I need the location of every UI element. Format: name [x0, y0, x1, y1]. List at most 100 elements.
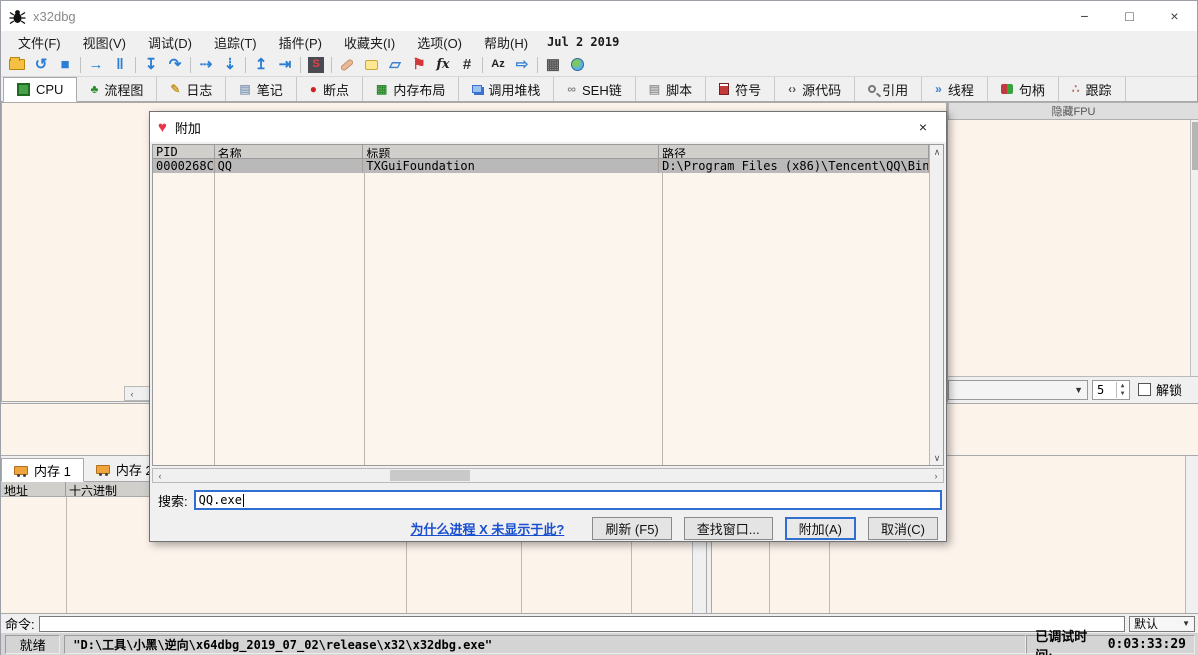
settings-icon[interactable]: S	[304, 54, 328, 76]
why-not-shown-link[interactable]: 为什么进程 X 未显示于此?	[410, 519, 564, 538]
toolbar-separator	[537, 57, 538, 73]
registers-controls: ▼ 5 ▲▼ 解锁	[948, 376, 1198, 402]
comment-icon[interactable]	[359, 54, 383, 76]
tab-references[interactable]: 引用	[855, 77, 922, 101]
maximize-button[interactable]: □	[1107, 1, 1152, 31]
unlock-checkbox[interactable]	[1138, 383, 1151, 396]
patch-icon[interactable]	[335, 54, 359, 76]
tab-label: 断点	[323, 80, 349, 99]
globe-icon[interactable]	[565, 54, 589, 76]
menu-item-4[interactable]: 插件(P)	[268, 31, 333, 54]
tab-seh-chain[interactable]: ∞SEH链	[554, 77, 635, 101]
tab-script[interactable]: ▤脚本	[636, 77, 706, 101]
intermodular-calls-icon[interactable]: ⇨	[510, 54, 534, 76]
refresh-button[interactable]: 刷新 (F5)	[592, 517, 671, 540]
function-icon[interactable]: fx	[431, 54, 455, 76]
strings-icon[interactable]: Az	[486, 54, 510, 76]
column-header-3[interactable]: 路径	[659, 145, 929, 158]
step-over-icon[interactable]: ↷	[163, 54, 187, 76]
process-table-vscrollbar[interactable]: ∧ ∨	[929, 145, 943, 465]
process-table[interactable]: PID名称标题路径 0000268CQQTXGuiFoundationD:\Pr…	[152, 144, 944, 466]
restart-icon[interactable]: ↺	[29, 54, 53, 76]
tab-memory-dump-1[interactable]: 内存 1	[1, 458, 84, 482]
tab-log[interactable]: ✎日志	[157, 77, 226, 101]
stop-icon[interactable]: ■	[53, 54, 77, 76]
animate-into-icon[interactable]: ⇢	[194, 54, 218, 76]
hash-icon[interactable]: #	[455, 54, 479, 76]
cpu-icon	[17, 83, 30, 96]
menu-item-2[interactable]: 调试(D)	[137, 31, 203, 54]
menu-item-6[interactable]: 选项(O)	[406, 31, 473, 54]
spinner-arrows[interactable]: ▲▼	[1116, 382, 1128, 398]
run-to-user-code-icon: ⇥	[279, 57, 292, 72]
attach-button[interactable]: 附加(A)	[785, 517, 856, 540]
pause-icon[interactable]: ‖	[108, 54, 132, 76]
scroll-left-icon[interactable]: ‹	[125, 387, 139, 401]
run-icon[interactable]: →	[84, 54, 108, 76]
tab-cpu[interactable]: CPU	[3, 77, 77, 102]
find-window-button[interactable]: 查找窗口...	[684, 517, 773, 540]
toolbar-separator	[245, 57, 246, 73]
heart-icon: ♥	[158, 119, 167, 136]
step-into-icon[interactable]: ↧	[139, 54, 163, 76]
run-icon: →	[89, 57, 104, 72]
process-row-selected[interactable]: 0000268CQQTXGuiFoundationD:\Program File…	[153, 159, 929, 173]
menu-item-1[interactable]: 视图(V)	[72, 31, 137, 54]
column-header-2[interactable]: 标题	[363, 145, 659, 158]
process-table-hscrollbar[interactable]: ‹ ›	[152, 468, 944, 483]
search-input[interactable]: QQ.exe	[194, 490, 942, 510]
attach-dialog: ♥ 附加 × PID名称标题路径 0000268CQQTXGuiFoundati…	[149, 111, 947, 542]
tab-breakpoints[interactable]: ●断点	[297, 77, 363, 101]
scroll-right-icon[interactable]: ›	[929, 469, 943, 483]
column-header-0[interactable]: PID	[153, 145, 215, 158]
menu-item-5[interactable]: 收藏夹(I)	[333, 31, 406, 54]
chevron-down-icon: ▼	[1182, 619, 1190, 628]
tab-label: CPU	[36, 82, 63, 97]
open-file-icon[interactable]	[5, 54, 29, 76]
strings-icon: Az	[491, 59, 504, 70]
tab-source[interactable]: ‹›源代码	[775, 77, 855, 101]
menu-item-7[interactable]: 帮助(H)	[473, 31, 539, 54]
precision-spinner[interactable]: 5 ▲▼	[1092, 380, 1130, 400]
scroll-up-icon[interactable]: ∧	[930, 145, 944, 159]
bookmark-icon[interactable]: ⚑	[407, 54, 431, 76]
command-profile-dropdown[interactable]: 默认 ▼	[1129, 616, 1195, 632]
dump-col-address[interactable]: 地址	[1, 482, 66, 496]
dialog-close-button[interactable]: ×	[908, 119, 938, 135]
tab-graph[interactable]: ♣流程图	[77, 77, 157, 101]
bookmark-icon: ⚑	[412, 57, 425, 72]
registers-vscrollbar[interactable]	[1190, 120, 1198, 376]
command-label: 命令:	[5, 614, 35, 633]
run-to-user-code-icon[interactable]: ⇥	[273, 54, 297, 76]
execute-till-return-icon[interactable]: ↥	[249, 54, 273, 76]
open-file-icon	[9, 59, 25, 70]
animate-over-icon[interactable]: ⇣	[218, 54, 242, 76]
command-input[interactable]	[39, 616, 1125, 632]
menu-item-3[interactable]: 追踪(T)	[203, 31, 268, 54]
scrollbar-thumb[interactable]	[1192, 122, 1198, 170]
close-button[interactable]: ×	[1152, 1, 1197, 31]
hide-fpu-button[interactable]: 隐藏FPU	[948, 102, 1198, 120]
scroll-down-icon[interactable]: ∨	[930, 451, 944, 465]
handles-icon	[1001, 84, 1013, 94]
minimize-button[interactable]: −	[1062, 1, 1107, 31]
menu-item-0[interactable]: 文件(F)	[7, 31, 72, 54]
registers-body[interactable]	[948, 120, 1198, 376]
tab-trace[interactable]: ∴跟踪	[1059, 77, 1126, 101]
scrollbar-thumb[interactable]	[390, 470, 470, 481]
intermodular-calls-icon: ⇨	[516, 57, 529, 72]
tab-threads[interactable]: »线程	[922, 77, 988, 101]
calculator-icon[interactable]: ▦	[541, 54, 565, 76]
column-header-1[interactable]: 名称	[215, 145, 364, 158]
tab-call-stack[interactable]: 调用堆栈	[459, 77, 554, 101]
tab-symbols[interactable]: 符号	[706, 77, 775, 101]
label-icon[interactable]: ▱	[383, 54, 407, 76]
tab-label: 流程图	[104, 80, 143, 99]
scroll-left-icon[interactable]: ‹	[153, 469, 167, 483]
attach-dialog-title: 附加	[175, 118, 201, 137]
tab-notes[interactable]: ▤笔记	[226, 77, 296, 101]
tab-handles[interactable]: 句柄	[988, 77, 1059, 101]
cancel-button[interactable]: 取消(C)	[868, 517, 938, 540]
rounding-combobox[interactable]: ▼	[948, 380, 1088, 400]
tab-memory-map[interactable]: ▦内存布局	[363, 77, 459, 101]
